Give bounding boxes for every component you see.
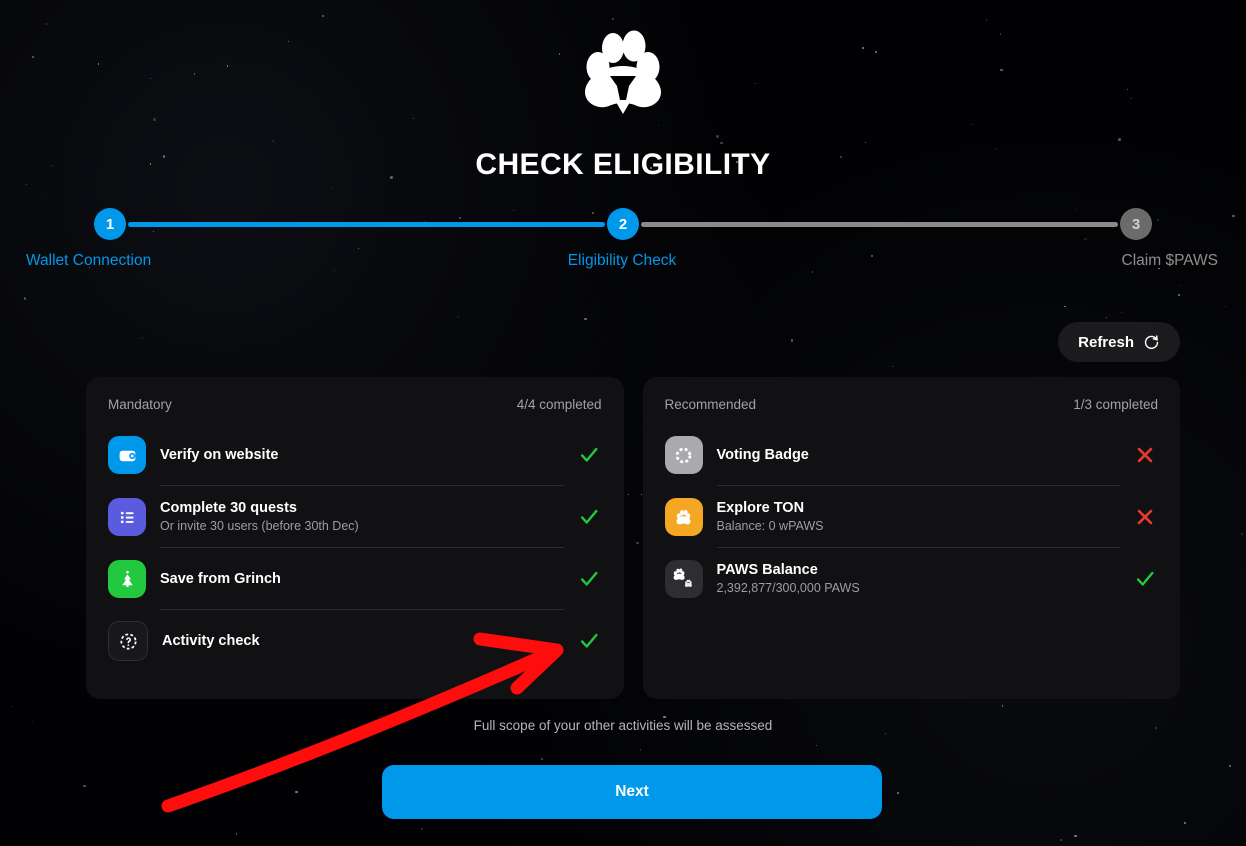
- app-root: CHECK ELIGIBILITY 1 2 3 Wallet Connectio…: [0, 0, 1246, 846]
- refresh-icon: [1144, 334, 1159, 349]
- step-bar-2: [641, 221, 1118, 227]
- stepper-labels: Wallet Connection Eligibility Check Clai…: [14, 252, 1232, 270]
- footer-note: Full scope of your other activities will…: [473, 718, 773, 733]
- task-title: Voting Badge: [716, 446, 809, 463]
- next-button[interactable]: Next: [382, 765, 882, 819]
- progress-stepper: 1 2 3 Wallet Connection Eligibility Chec…: [26, 208, 1218, 269]
- task-cards: Mandatory 4/4 completed Verify on websit…: [86, 377, 1180, 699]
- step-node-3[interactable]: 3: [1120, 208, 1152, 240]
- task-row-complete-30-quests[interactable]: Complete 30 quests Or invite 30 users (b…: [108, 486, 602, 548]
- paws-stack-icon: [664, 560, 703, 598]
- mandatory-heading: Mandatory: [108, 397, 172, 412]
- recommended-progress: 1/3 completed: [1073, 397, 1158, 412]
- task-text: PAWS Balance 2,392,877/300,000 PAWS: [717, 561, 1125, 596]
- mandatory-card: Mandatory 4/4 completed Verify on websit…: [86, 377, 624, 699]
- task-row-activity-check[interactable]: Activity check: [108, 610, 602, 672]
- mandatory-task-list: Verify on website Complete 30 quests Or …: [108, 424, 602, 672]
- christmas-tree-icon: [108, 560, 146, 598]
- step-node-1[interactable]: 1: [94, 208, 126, 240]
- task-row-verify-on-website[interactable]: Verify on website: [108, 424, 602, 486]
- task-title: Complete 30 quests: [160, 500, 297, 517]
- step-label-wallet-connection: Wallet Connection: [26, 252, 152, 269]
- mandatory-card-header: Mandatory 4/4 completed: [108, 397, 602, 412]
- refresh-button[interactable]: Refresh: [1058, 322, 1180, 362]
- wallet-icon: [108, 436, 146, 474]
- status-badge-check: [576, 566, 602, 592]
- status-badge-cross: [1132, 504, 1158, 530]
- list-icon: [108, 498, 146, 536]
- step-label-eligibility-check: Eligibility Check: [567, 252, 677, 269]
- task-text: Explore TON Balance: 0 wPAWS: [717, 499, 1125, 534]
- status-badge-check: [576, 442, 602, 468]
- task-subtitle: Balance: 0 wPAWS: [716, 519, 824, 534]
- status-badge-check: [576, 628, 602, 654]
- recommended-card: Recommended 1/3 completed Voting Badge E…: [642, 377, 1180, 699]
- logo-container: [0, 30, 1246, 120]
- paw-icon: [664, 498, 703, 536]
- step-node-2[interactable]: 2: [607, 208, 639, 240]
- task-subtitle: Or invite 30 users (before 30th Dec): [160, 519, 359, 534]
- task-text: Verify on website: [160, 446, 568, 464]
- task-title: Explore TON: [716, 500, 805, 517]
- task-row-paws-balance[interactable]: PAWS Balance 2,392,877/300,000 PAWS: [664, 548, 1159, 610]
- step-label-claim-paws: Claim $PAWS: [1121, 252, 1218, 269]
- task-text: Save from Grinch: [160, 570, 568, 588]
- mandatory-progress: 4/4 completed: [516, 397, 602, 412]
- task-title: Save from Grinch: [160, 570, 281, 587]
- recommended-heading: Recommended: [664, 397, 757, 412]
- task-text: Complete 30 quests Or invite 30 users (b…: [160, 499, 568, 534]
- recommended-card-header: Recommended 1/3 completed: [665, 397, 1159, 412]
- page-title: CHECK ELIGIBILITY: [475, 148, 771, 181]
- step-bar-1: [128, 221, 605, 227]
- status-badge-cross: [1132, 442, 1158, 468]
- task-row-explore-ton[interactable]: Explore TON Balance: 0 wPAWS: [664, 486, 1159, 548]
- status-badge-check: [1132, 566, 1158, 592]
- task-text: Activity check: [162, 632, 568, 650]
- task-text: Voting Badge: [717, 446, 1125, 464]
- task-row-voting-badge[interactable]: Voting Badge: [664, 424, 1159, 486]
- question-badge-icon: [108, 621, 148, 661]
- stepper-track: 1 2 3: [94, 208, 1152, 240]
- dashed-circle-icon: [664, 436, 703, 474]
- status-badge-check: [576, 504, 602, 530]
- task-title: Activity check: [162, 632, 260, 649]
- paw-logo-icon: [585, 30, 661, 114]
- task-title: PAWS Balance: [716, 562, 818, 579]
- task-row-save-from-grinch[interactable]: Save from Grinch: [108, 548, 602, 610]
- task-title: Verify on website: [160, 446, 279, 463]
- refresh-button-label: Refresh: [1078, 333, 1134, 351]
- task-subtitle: 2,392,877/300,000 PAWS: [716, 581, 860, 596]
- recommended-task-list: Voting Badge Explore TON Balance: 0 wPAW…: [664, 424, 1159, 610]
